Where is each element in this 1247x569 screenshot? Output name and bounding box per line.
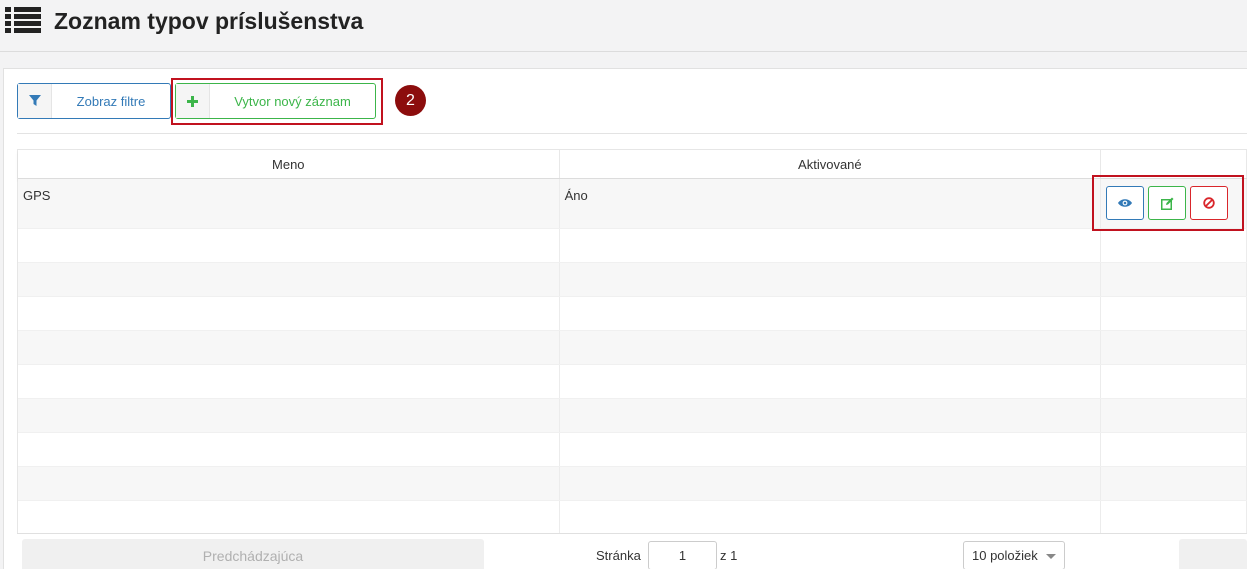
table-row bbox=[18, 263, 1247, 297]
column-header-name[interactable]: Meno bbox=[18, 150, 560, 178]
table-row bbox=[18, 365, 1247, 399]
caret-down-icon bbox=[1046, 554, 1056, 559]
page-label: Stránka bbox=[596, 548, 641, 563]
previous-page-button[interactable]: Predchádzajúca bbox=[22, 539, 484, 569]
table-header: Meno Aktivované bbox=[18, 150, 1247, 179]
cell-name: GPS bbox=[18, 179, 560, 228]
column-header-active[interactable]: Aktivované bbox=[560, 150, 1102, 178]
page-header: Zoznam typov príslušenstva bbox=[0, 0, 1247, 52]
step-badge: 2 bbox=[395, 85, 426, 116]
table-row[interactable]: GPS Áno bbox=[18, 179, 1247, 229]
table-row bbox=[18, 433, 1247, 467]
records-table: Meno Aktivované GPS Áno bbox=[17, 149, 1247, 535]
page-total-label: z 1 bbox=[720, 548, 738, 563]
list-icon bbox=[5, 7, 41, 33]
table-row bbox=[18, 229, 1247, 263]
column-header-actions bbox=[1101, 150, 1247, 178]
next-page-button[interactable] bbox=[1179, 539, 1247, 569]
page-size-value: 10 položiek bbox=[972, 548, 1038, 563]
table-row bbox=[18, 331, 1247, 365]
table-row bbox=[18, 501, 1247, 535]
filter-icon bbox=[18, 84, 52, 118]
pagination: Predchádzajúca Stránka z 1 10 položiek bbox=[17, 533, 1247, 569]
show-filters-label: Zobraz filtre bbox=[76, 93, 146, 109]
toolbar-divider bbox=[17, 133, 1247, 134]
show-filters-button[interactable]: Zobraz filtre bbox=[17, 83, 171, 119]
page-size-select[interactable]: 10 položiek bbox=[963, 541, 1065, 569]
table-row bbox=[18, 467, 1247, 501]
table-row bbox=[18, 399, 1247, 433]
table-row bbox=[18, 297, 1247, 331]
page-title: Zoznam typov príslušenstva bbox=[54, 8, 364, 34]
actions-highlight bbox=[1092, 175, 1244, 231]
page-number-input[interactable] bbox=[648, 541, 717, 569]
cell-active: Áno bbox=[560, 179, 1102, 228]
create-button-highlight bbox=[171, 78, 383, 125]
